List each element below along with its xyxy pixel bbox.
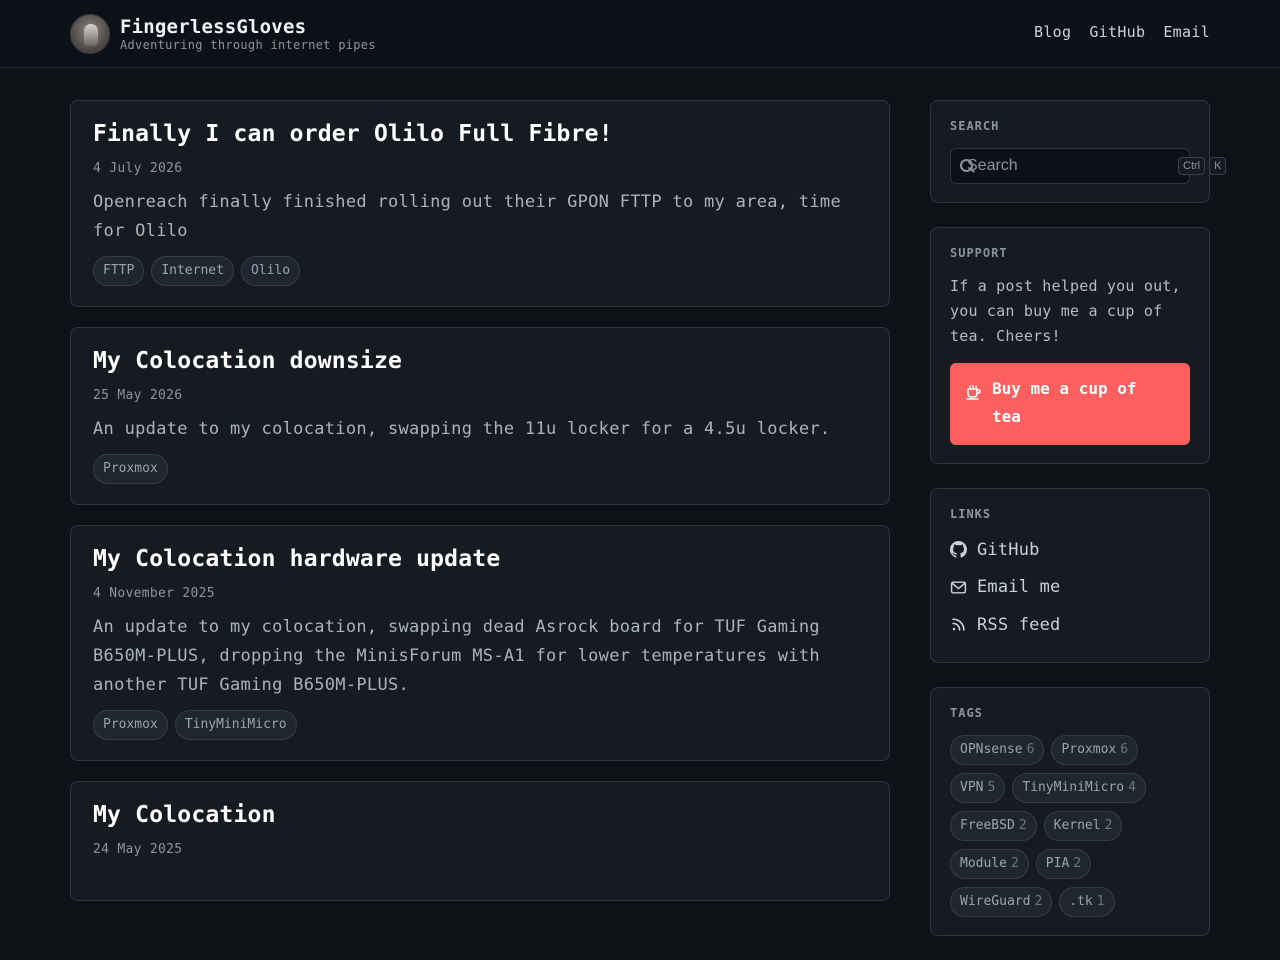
tag-opnsense[interactable]: OPNsense 6	[950, 734, 1045, 765]
tag-pill[interactable]: Proxmox	[93, 710, 168, 740]
rss-icon	[952, 618, 965, 631]
tag-name: FreeBSD	[960, 817, 1015, 833]
post-title[interactable]: Finally I can order Olilo Full Fibre!	[93, 119, 867, 149]
tag-name: PIA	[1045, 855, 1070, 871]
post-card[interactable]: My Colocation hardware update 4 November…	[70, 525, 890, 761]
tag-count: 2	[1010, 855, 1019, 871]
tags-box: TAGS OPNsense 6 Proxmox 6 VPN 5 TinyMiniMic…	[930, 686, 1210, 936]
tag-count: 6	[1026, 741, 1035, 757]
support-box: SUPPORT If a post helped you out, you ca…	[930, 227, 1210, 464]
site-tagline: Adventuring through internet pipes	[120, 38, 376, 52]
post-summary: An update to my colocation, swapping the…	[93, 419, 831, 439]
tag-count: 2	[1104, 817, 1113, 833]
buy-tea-label: Buy me a cup of tea	[992, 379, 1137, 426]
tag-pill[interactable]: TinyMiniMicro	[174, 710, 297, 740]
search-input[interactable]	[967, 157, 1174, 175]
tag-kernel[interactable]: Kernel 2	[1043, 810, 1123, 841]
post-list: Finally I can order Olilo Full Fibre! 4 …	[70, 100, 890, 921]
post-tags: Proxmox TinyMiniMicro	[93, 710, 867, 740]
post-date: 24 May 2025	[93, 842, 183, 857]
tag-vpn[interactable]: VPN 5	[950, 772, 1006, 803]
tag-name: VPN	[960, 779, 984, 795]
tag-freebsd[interactable]: FreeBSD 2	[950, 810, 1037, 841]
post-card[interactable]: My Colocation 24 May 2025	[70, 781, 890, 901]
links-list: GitHub Email me RSS feed	[950, 531, 1190, 644]
shortcut-k-key: K	[1209, 157, 1227, 175]
tag-count: 4	[1128, 779, 1136, 795]
link-label: RSS feed	[977, 614, 1061, 635]
link-rss[interactable]: RSS feed	[950, 606, 1190, 644]
site-title[interactable]: FingerlessGloves	[120, 16, 376, 38]
search-heading: SEARCH	[950, 119, 1000, 133]
post-date: 4 November 2025	[93, 586, 215, 601]
tag-count: 1	[1096, 893, 1105, 909]
tag-pill[interactable]: Internet	[151, 256, 234, 286]
post-date: 4 July 2026	[93, 161, 183, 176]
brand-text: FingerlessGloves Adventuring through int…	[120, 16, 376, 52]
tags-heading: TAGS	[950, 705, 983, 720]
search-box: SEARCH Ctrl K	[930, 100, 1227, 203]
tag-count: 2	[1034, 893, 1043, 909]
sidebar: SEARCH Ctrl K SUPPORT If a post helped y…	[930, 100, 1227, 960]
post-date: 25 May 2026	[93, 388, 183, 403]
search-field[interactable]: Ctrl K	[950, 148, 1227, 184]
tag-count: 2	[1018, 817, 1027, 833]
tag-pill[interactable]: Proxmox	[93, 454, 168, 484]
link-label: GitHub	[977, 539, 1040, 560]
tag-tk[interactable]: .tk 1	[1059, 886, 1115, 917]
tag-cloud: OPNsense 6 Proxmox 6 VPN 5 TinyMiniMicro 4 F…	[950, 734, 1190, 917]
tag-tinyminimicro[interactable]: TinyMiniMicro 4	[1012, 772, 1146, 803]
nav-email[interactable]: Email	[1163, 23, 1210, 41]
nav-blog[interactable]: Blog	[1034, 23, 1071, 41]
top-nav: Blog GitHub Email	[1034, 23, 1210, 41]
tag-name: WireGuard	[960, 893, 1031, 909]
nav-github[interactable]: GitHub	[1089, 23, 1145, 41]
link-github[interactable]: GitHub	[950, 531, 1190, 569]
post-tags: FTTP Internet Olilo	[93, 256, 867, 286]
post-title[interactable]: My Colocation hardware update	[93, 544, 867, 574]
support-text: If a post helped you out, you can buy me…	[950, 277, 1181, 345]
tag-count: 2	[1073, 855, 1082, 871]
tag-module[interactable]: Module 2	[950, 848, 1029, 879]
tag-proxmox[interactable]: Proxmox 6	[1051, 734, 1139, 765]
post-title[interactable]: My Colocation downsize	[93, 346, 867, 376]
links-box: LINKS GitHub Email me RSS feed	[930, 488, 1210, 663]
tag-count: 6	[1120, 741, 1129, 757]
post-tags: Proxmox	[93, 454, 867, 484]
brand[interactable]: FingerlessGloves Adventuring through int…	[70, 14, 376, 54]
tag-pill[interactable]: Olilo	[240, 256, 301, 286]
link-email[interactable]: Email me	[950, 569, 1190, 607]
tag-name: Proxmox	[1061, 741, 1117, 757]
mail-icon	[950, 581, 967, 594]
cup-icon	[966, 384, 981, 400]
tag-name: OPNsense	[960, 741, 1023, 757]
link-label: Email me	[977, 577, 1061, 598]
post-summary: Openreach finally finished rolling out t…	[93, 192, 841, 241]
tag-name: Kernel	[1053, 817, 1101, 833]
site-header: FingerlessGloves Adventuring through int…	[0, 0, 1280, 68]
post-card[interactable]: Finally I can order Olilo Full Fibre! 4 …	[70, 100, 890, 307]
post-summary: An update to my colocation, swapping dea…	[93, 617, 820, 695]
tag-pia[interactable]: PIA 2	[1035, 848, 1092, 879]
support-heading: SUPPORT	[950, 246, 1008, 260]
avatar[interactable]	[70, 14, 110, 54]
shortcut-ctrl-key: Ctrl	[1178, 157, 1206, 175]
post-card[interactable]: My Colocation downsize 25 May 2026 An up…	[70, 327, 890, 505]
tag-name: Module	[960, 855, 1007, 871]
post-title[interactable]: My Colocation	[93, 800, 867, 830]
tag-wireguard[interactable]: WireGuard 2	[950, 886, 1053, 917]
buy-tea-button[interactable]: Buy me a cup of tea	[950, 363, 1190, 445]
tag-count: 5	[987, 779, 996, 795]
github-icon	[950, 541, 967, 558]
tag-name: TinyMiniMicro	[1022, 779, 1125, 795]
links-heading: LINKS	[950, 507, 992, 521]
tag-name: .tk	[1069, 893, 1093, 909]
tag-pill[interactable]: FTTP	[93, 256, 145, 286]
